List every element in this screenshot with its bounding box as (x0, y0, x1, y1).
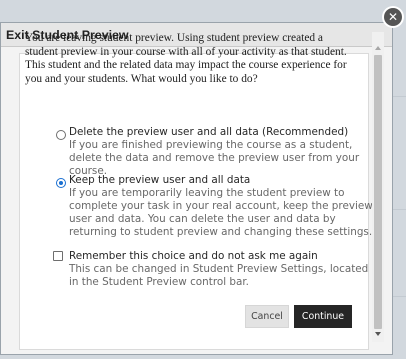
remember-choice-checkbox[interactable] (53, 251, 63, 261)
option-keep-label: Keep the preview user and all data (69, 174, 251, 186)
option-keep[interactable]: Keep the preview user and all data If yo… (69, 174, 374, 239)
dialog-scrollbar[interactable] (372, 32, 384, 342)
delete-data-radio[interactable] (56, 130, 66, 140)
continue-button[interactable]: Continue (294, 305, 352, 328)
intro-text: You are leaving student preview. Using s… (25, 32, 347, 85)
remember-choice-description: This can be changed in Student Preview S… (69, 263, 369, 288)
option-delete-description: If you are finished previewing the cours… (69, 139, 360, 177)
close-icon[interactable]: ✕ (384, 8, 402, 26)
remember-choice[interactable]: Remember this choice and do not ask me a… (69, 250, 374, 289)
cancel-button[interactable]: Cancel (245, 305, 289, 328)
option-delete[interactable]: Delete the preview user and all data (Re… (69, 126, 374, 178)
scroll-down-icon[interactable] (375, 332, 381, 336)
scroll-up-icon[interactable] (375, 46, 381, 50)
remember-choice-label: Remember this choice and do not ask me a… (69, 250, 318, 262)
option-keep-description: If you are temporarily leaving the stude… (69, 187, 373, 238)
option-delete-label: Delete the preview user and all data (Re… (69, 126, 349, 138)
scrollbar-thumb[interactable] (374, 55, 382, 329)
keep-data-radio[interactable] (56, 178, 66, 188)
